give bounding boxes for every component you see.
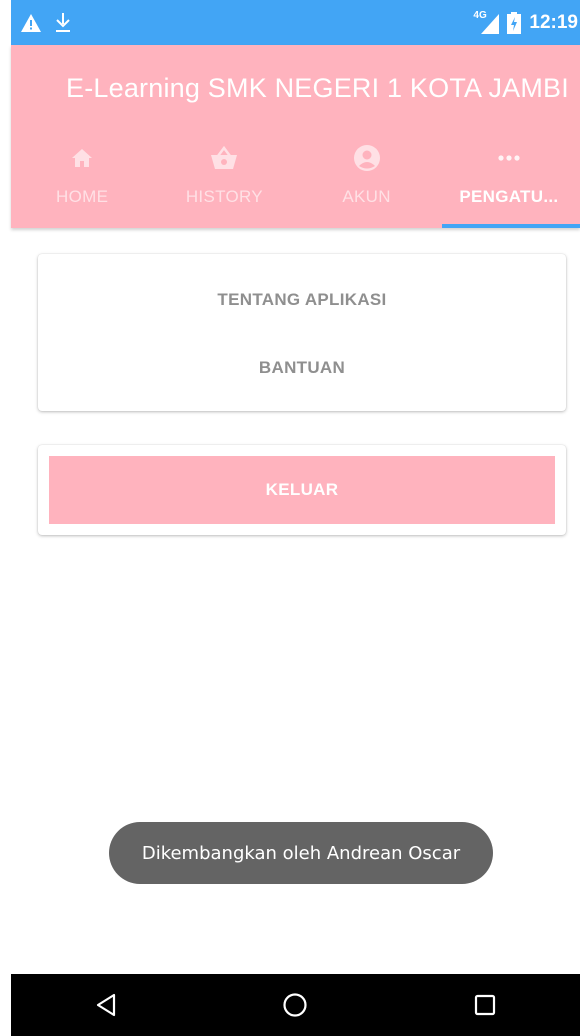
about-app-button[interactable]: TENTANG APLIKASI [38,290,566,310]
tab-history-label: HISTORY [185,187,263,206]
status-bar: 4G 12:19 [11,0,580,45]
basket-icon [210,143,238,173]
more-icon [497,143,521,173]
logout-card: KELUAR [38,445,566,535]
active-tab-indicator [441,224,580,228]
back-icon[interactable] [76,975,136,1035]
status-time: 12:19 [529,11,578,33]
navigation-bar [11,974,580,1036]
app-title: E-Learning SMK NEGERI 1 KOTA JAMBI [66,73,569,103]
settings-menu-card: TENTANG APLIKASI BANTUAN [38,254,566,411]
tab-akun-label: AKUN [342,187,391,206]
toast-message: Dikembangkan oleh Andrean Oscar [109,822,493,884]
tab-bar: HOME HISTORY AKUN PENGATU... [11,133,580,228]
download-icon [55,12,71,33]
screen: 4G 12:19 E-Learning SMK NEGERI 1 KOTA JA… [0,0,580,1036]
tab-pengaturan[interactable]: PENGATU... [438,133,580,228]
left-edge [0,0,11,1036]
tab-akun[interactable]: AKUN [296,133,438,228]
account-icon [353,143,381,173]
recents-icon[interactable] [455,975,515,1035]
status-right: 4G 12:19 [473,10,580,34]
tab-pengaturan-label: PENGATU... [459,187,559,206]
warning-icon [21,13,41,32]
home-circle-icon[interactable] [265,975,325,1035]
tab-home[interactable]: HOME [11,133,153,228]
tab-history[interactable]: HISTORY [153,133,295,228]
status-left [21,12,71,33]
battery-icon [507,11,522,34]
help-button[interactable]: BANTUAN [38,358,566,378]
home-icon [70,143,94,173]
app-bar: E-Learning SMK NEGERI 1 KOTA JAMBI HOME [11,45,580,228]
tab-home-label: HOME [56,187,109,206]
logout-button[interactable]: KELUAR [49,456,555,524]
signal-icon: 4G [473,10,500,34]
